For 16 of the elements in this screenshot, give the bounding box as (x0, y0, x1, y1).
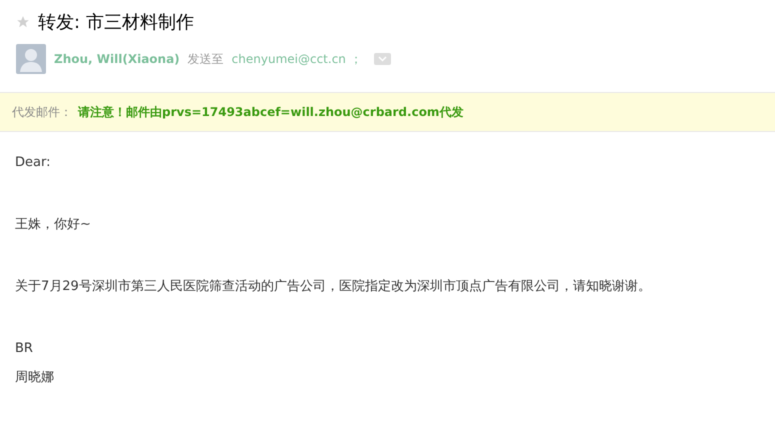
body-text: 周晓娜 (15, 369, 55, 386)
notice-label: 代发邮件： (12, 104, 72, 120)
sender-name[interactable]: Zhou, Will(Xiaona) (54, 52, 180, 66)
separator-text: ； (350, 50, 362, 68)
body-text: 关于7月29号深圳市第三人民医院筛查活动的广告公司，医院指定改为深圳市顶点广告有限公司，请知晓谢谢。 (15, 278, 652, 295)
star-icon[interactable] (16, 15, 30, 29)
recipient-address[interactable]: chenyumei@cct.cn (232, 52, 346, 66)
body-text: Dear: (15, 154, 52, 171)
chevron-down-icon (378, 56, 387, 62)
sent-to-label: 发送至 (188, 50, 224, 68)
expand-button[interactable] (374, 53, 391, 65)
body-text: BR (15, 340, 34, 357)
email-subject: 转发: 市三材料制作 (38, 11, 194, 34)
body-text: 王姝，你好~ (15, 216, 92, 233)
notice-message: 请注意！邮件由prvs=17493abcef=will.zhou@crbard.com代发 (78, 104, 464, 120)
avatar-icon (16, 44, 46, 74)
